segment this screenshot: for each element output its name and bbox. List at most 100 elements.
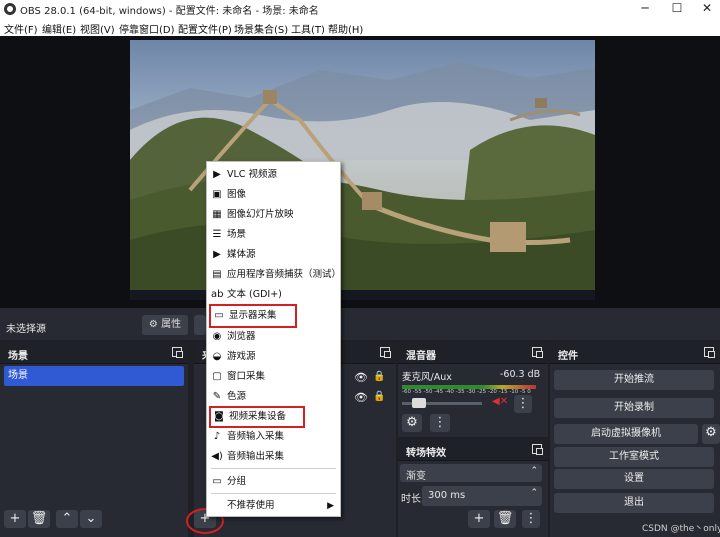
controls-title: 控件 — [558, 351, 578, 362]
menu-item-label: 图像幻灯片放映 — [227, 209, 294, 220]
menu-bar: 文件(F) 编辑(E) 视图(V) 停靠窗口(D) 配置文件(P) 场景集合(S… — [0, 18, 720, 36]
mixer-menu-button[interactable]: ⋮ — [430, 414, 450, 432]
play-icon: ▶ — [213, 169, 221, 180]
scene-list-item[interactable]: 场景 — [4, 366, 184, 386]
speaker-muted-icon[interactable]: ◀✕ — [492, 396, 508, 407]
menu-view[interactable]: 视图(V) — [80, 21, 115, 36]
image-icon: ▣ — [212, 189, 222, 200]
menu-file[interactable]: 文件(F) — [4, 21, 38, 36]
preview-canvas[interactable] — [130, 40, 595, 300]
window-title-bar: OBS 28.0.1 (64-bit, windows) - 配置文件: 未命名… — [0, 0, 720, 18]
virtual-camera-settings-button[interactable]: ⚙ — [702, 424, 720, 444]
start-recording-button[interactable]: 开始录制 — [554, 398, 714, 418]
menu-item-media-source[interactable]: ▶ 媒体源 — [211, 246, 336, 264]
add-transition-button[interactable]: + — [468, 510, 490, 528]
menu-item-app-audio-capture[interactable]: ▤ 应用程序音频捕获（测试） — [211, 266, 341, 284]
undock-icon[interactable] — [532, 444, 543, 455]
transition-select[interactable]: 渐变 ⌃ — [400, 464, 542, 482]
menu-item-label: 浏览器 — [227, 331, 256, 342]
volume-slider-handle[interactable] — [412, 398, 426, 408]
menu-item-label: 视频采集设备 — [229, 411, 287, 422]
globe-icon: ◉ — [212, 331, 222, 342]
menu-item-audio-output-capture[interactable]: ◀) 音频输出采集 — [211, 448, 336, 466]
menu-item-audio-input-capture[interactable]: ♪ 音频输入采集 — [211, 428, 336, 446]
undock-icon[interactable] — [704, 347, 715, 358]
more-vertical-icon: ⋮ — [516, 396, 530, 411]
add-source-menu: ▶ VLC 视频源 ▣ 图像 ▦ 图像幻灯片放映 ☰ 场景 ▶ 媒体源 ▤ 应用程序音频捕获… — [206, 161, 341, 517]
camera-icon: ◙ — [214, 411, 224, 422]
lock-icon[interactable]: 🔒 — [373, 371, 385, 382]
menu-tools[interactable]: 工具(T) — [291, 21, 325, 36]
duration-input[interactable]: 300 ms ⌃ — [422, 486, 542, 506]
menu-item-group[interactable]: ▭ 分组 — [211, 473, 336, 491]
menu-item-label: 音频输入采集 — [227, 431, 285, 442]
studio-mode-button[interactable]: 工作室模式 — [554, 447, 714, 467]
trash-icon: 🗑 — [496, 511, 514, 526]
mixer-more-button[interactable]: ⋮ — [514, 395, 532, 413]
properties-label: 属性 — [161, 319, 182, 330]
menu-docks[interactable]: 停靠窗口(D) — [119, 21, 175, 36]
menu-item-vlc-source[interactable]: ▶ VLC 视频源 — [211, 166, 336, 184]
more-vertical-icon: ⋮ — [524, 511, 538, 526]
gears-icon: ⚙ — [406, 415, 418, 430]
undock-icon[interactable] — [380, 347, 391, 358]
menu-scene-collection[interactable]: 场景集合(S) — [234, 21, 288, 36]
menu-item-image[interactable]: ▣ 图像 — [211, 186, 336, 204]
eye-icon[interactable]: 👁 — [354, 391, 368, 404]
menu-item-deprecated[interactable]: 不推荐使用 ▶ — [211, 497, 336, 515]
menu-item-label: 文本 (GDI+) — [227, 289, 282, 300]
settings-button[interactable]: 设置 — [554, 469, 714, 489]
trash-icon: 🗑 — [30, 511, 48, 526]
menu-item-scene[interactable]: ☰ 场景 — [211, 226, 336, 244]
menu-help[interactable]: 帮助(H) — [328, 21, 363, 36]
menu-item-game-capture[interactable]: ◒ 游戏源 — [211, 348, 336, 366]
move-scene-down-button[interactable]: ⌄ — [80, 510, 102, 528]
undock-icon[interactable] — [172, 347, 183, 358]
gear-icon: ⚙ — [148, 319, 158, 330]
duration-label: 时长 — [401, 494, 421, 505]
menu-item-label: 分组 — [227, 476, 247, 487]
minimize-button[interactable]: ─ — [630, 0, 660, 18]
menu-item-label: 色源 — [227, 391, 247, 402]
eye-icon[interactable]: 👁 — [354, 371, 368, 384]
menu-item-label: 音频输出采集 — [227, 451, 285, 462]
transition-more-button[interactable]: ⋮ — [522, 510, 540, 528]
great-wall-landscape-image — [130, 62, 595, 300]
play-icon: ▶ — [213, 249, 221, 260]
no-source-selected-label: 未选择源 — [6, 324, 46, 335]
start-virtual-camera-button[interactable]: 启动虚拟摄像机 — [554, 424, 698, 444]
properties-button[interactable]: ⚙ 属性 — [142, 315, 188, 335]
start-streaming-button[interactable]: 开始推流 — [554, 370, 714, 390]
close-button[interactable]: ✕ — [692, 0, 720, 18]
menu-item-label: 显示器采集 — [229, 310, 277, 321]
monitor-icon: ▭ — [214, 310, 224, 321]
menu-item-browser[interactable]: ◉ 浏览器 — [211, 328, 336, 346]
scenes-dock-header: 场景 — [0, 342, 188, 364]
mixer-level-readout: -60.3 dB — [500, 369, 541, 380]
transitions-title: 转场特效 — [406, 448, 446, 459]
filters-button[interactable] — [194, 315, 206, 335]
menu-profile[interactable]: 配置文件(P) — [178, 21, 232, 36]
menu-item-video-capture-device[interactable]: ◙ 视频采集设备 — [209, 406, 305, 428]
lock-icon[interactable]: 🔒 — [373, 391, 385, 402]
add-scene-button[interactable]: + — [4, 510, 26, 528]
mixer-settings-button[interactable]: ⚙ — [402, 414, 422, 432]
mixer-channel-name: 麦克风/Aux — [402, 372, 452, 383]
menu-item-image-slideshow[interactable]: ▦ 图像幻灯片放映 — [211, 206, 336, 224]
brush-icon: ✎ — [212, 391, 222, 402]
menu-item-color-source[interactable]: ✎ 色源 — [211, 388, 336, 406]
menu-item-label: 媒体源 — [227, 249, 256, 260]
menu-item-text-gdi[interactable]: ab 文本 (GDI+) — [211, 286, 336, 304]
stepper-icon[interactable]: ⌃ — [530, 488, 538, 498]
menu-edit[interactable]: 编辑(E) — [42, 21, 76, 36]
remove-scene-button[interactable]: 🗑 — [28, 510, 50, 528]
move-scene-up-button[interactable]: ⌃ — [56, 510, 78, 528]
exit-button[interactable]: 退出 — [554, 493, 714, 513]
menu-item-window-capture[interactable]: ▢ 窗口采集 — [211, 368, 336, 386]
undock-icon[interactable] — [532, 347, 543, 358]
maximize-button[interactable]: ☐ — [662, 0, 692, 18]
menu-item-display-capture[interactable]: ▭ 显示器采集 — [209, 304, 297, 328]
gear-icon: ⚙ — [705, 425, 717, 440]
chevron-up-icon: ⌃ — [61, 511, 73, 526]
remove-transition-button[interactable]: 🗑 — [494, 510, 516, 528]
